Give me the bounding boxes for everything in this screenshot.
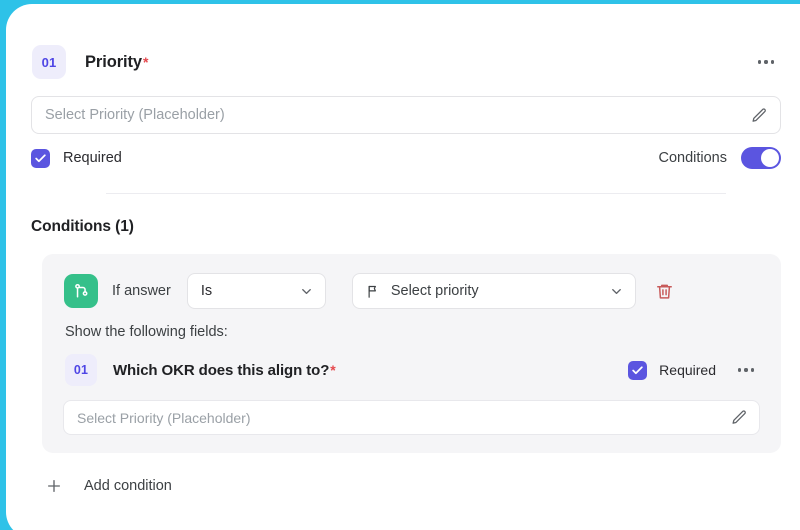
- check-icon: [35, 153, 46, 162]
- condition-rule-row: If answer Is Select priority: [64, 273, 674, 309]
- nested-field-header: 01 Which OKR does this align to?* Requir…: [65, 354, 760, 386]
- if-answer-label: If answer: [112, 283, 171, 299]
- chevron-down-icon: [301, 288, 311, 294]
- nested-field-number-badge: 01: [65, 354, 97, 386]
- condition-operator-select[interactable]: Is: [186, 273, 326, 309]
- nested-field-title-text: Which OKR does this align to?: [113, 361, 330, 379]
- pencil-icon[interactable]: [731, 409, 748, 426]
- nested-required-asterisk: *: [330, 361, 336, 378]
- condition-operator-value: Is: [200, 283, 213, 299]
- field-number-badge: 01: [32, 45, 66, 79]
- condition-value-text: Select priority: [390, 283, 479, 299]
- ellipsis-icon: [744, 368, 748, 372]
- required-checkbox-label: Required: [63, 150, 122, 166]
- trash-icon[interactable]: [655, 282, 674, 301]
- field-header: 01 Priority*: [32, 45, 780, 79]
- nested-required-checkbox[interactable]: [628, 360, 648, 380]
- condition-card: If answer Is Select priority Show the fo…: [42, 254, 781, 453]
- field-options-row: Required Conditions: [31, 146, 781, 170]
- field-title: Priority*: [85, 53, 148, 72]
- form-builder-card: 01 Priority* Select Priority (Placeholde…: [6, 4, 800, 530]
- required-checkbox[interactable]: [31, 148, 50, 168]
- conditions-heading: Conditions (1): [31, 218, 134, 235]
- conditions-toggle[interactable]: [741, 147, 781, 169]
- plus-icon: [48, 480, 60, 492]
- branch-icon: [74, 283, 87, 297]
- chevron-down-icon: [611, 288, 621, 294]
- branch-icon-badge: [64, 274, 98, 308]
- ellipsis-icon: [764, 60, 768, 64]
- conditions-toggle-label: Conditions: [658, 150, 727, 166]
- card-inner: 01 Priority* Select Priority (Placeholde…: [26, 4, 786, 530]
- section-divider: [106, 193, 726, 194]
- ellipsis-icon: [757, 60, 762, 64]
- condition-value-select[interactable]: Select priority: [351, 273, 636, 309]
- check-icon: [632, 365, 643, 374]
- add-condition-label: Add condition: [84, 478, 172, 494]
- show-fields-label: Show the following fields:: [65, 324, 228, 340]
- add-condition-button[interactable]: Add condition: [46, 475, 172, 497]
- conditions-toggle-group: Conditions: [658, 147, 781, 169]
- pencil-icon[interactable]: [751, 107, 768, 124]
- ellipsis-icon: [737, 368, 742, 372]
- priority-select-input[interactable]: Select Priority (Placeholder): [31, 96, 781, 134]
- field-title-text: Priority: [85, 52, 142, 71]
- ellipsis-icon: [770, 60, 775, 64]
- priority-select-placeholder: Select Priority (Placeholder): [45, 107, 225, 123]
- ellipsis-icon: [750, 368, 755, 372]
- required-asterisk: *: [142, 53, 149, 70]
- nested-priority-select-placeholder: Select Priority (Placeholder): [77, 409, 251, 426]
- flag-icon: [368, 285, 376, 298]
- nested-field-title: Which OKR does this align to?*: [113, 362, 336, 379]
- nested-priority-select-input[interactable]: Select Priority (Placeholder): [63, 400, 760, 435]
- field-options-menu-button[interactable]: [752, 48, 780, 76]
- nested-required-checkbox-label: Required: [659, 362, 716, 378]
- nested-field-options-menu-button[interactable]: [732, 356, 760, 384]
- nested-field-options: Required: [628, 356, 760, 384]
